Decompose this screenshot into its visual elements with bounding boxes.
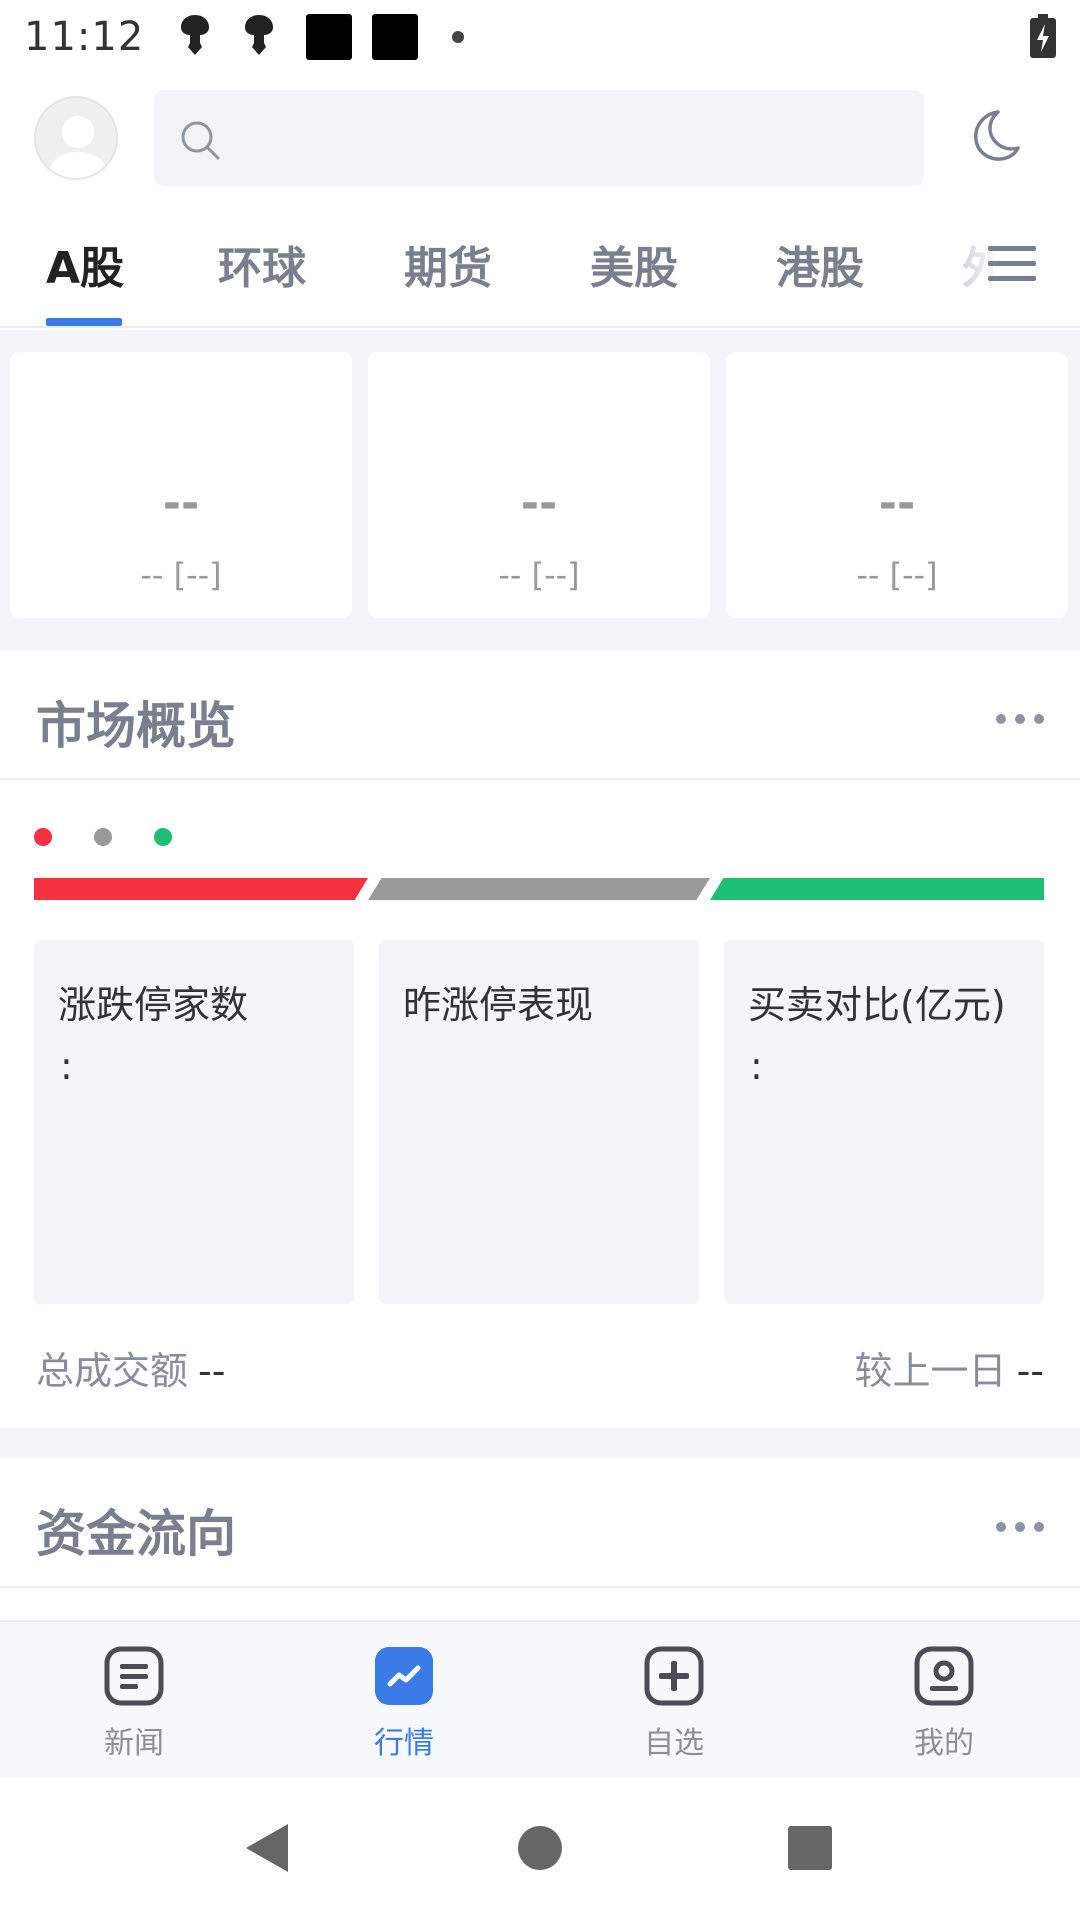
tabs-menu-icon[interactable] <box>988 242 1036 290</box>
flat-ratio-bar <box>368 878 710 900</box>
recents-icon[interactable] <box>786 1822 834 1878</box>
tab-a-shares[interactable]: A股 <box>46 232 124 296</box>
flat-legend-dot <box>94 828 112 846</box>
fund-flow-header: 资金流向 <box>0 1458 1080 1588</box>
stat-value: : <box>60 1044 73 1088</box>
nav-profile[interactable]: 我的 <box>874 1646 1014 1762</box>
more-icon[interactable] <box>996 1522 1044 1532</box>
index-card[interactable]: -- -- [--] <box>726 352 1068 618</box>
news-icon <box>104 1646 164 1706</box>
index-value: -- <box>878 478 916 529</box>
market-overview-body: 涨跌停家数 : 昨涨停表现 买卖对比(亿元) : 总成交额 -- 较上一日 -- <box>0 782 1080 1428</box>
section-divider <box>0 1428 1080 1458</box>
stat-value: : <box>750 1044 763 1088</box>
status-bar: 11:12 <box>0 0 1080 74</box>
profile-icon <box>914 1646 974 1706</box>
bottom-navigation: 新闻 行情 自选 我的 <box>0 1620 1080 1778</box>
nav-label: 我的 <box>914 1726 974 1761</box>
stat-title: 涨跌停家数 <box>58 983 249 1027</box>
index-value: -- <box>162 478 200 529</box>
tab-us-stocks[interactable]: 美股 <box>590 232 678 296</box>
index-change: -- [--] <box>856 556 938 594</box>
vs-previous-day-label: 较上一日 <box>854 1349 1007 1393</box>
market-overview-title: 市场概览 <box>36 697 236 755</box>
vs-previous-day-value: -- <box>1016 1349 1044 1393</box>
system-navigation-bar <box>0 1778 1080 1920</box>
avatar[interactable] <box>34 96 118 180</box>
fund-flow-title: 资金流向 <box>36 1505 236 1563</box>
total-turnover: 总成交额 -- <box>36 1340 225 1395</box>
index-change: -- [--] <box>498 556 580 594</box>
avatar-placeholder-icon <box>48 116 108 178</box>
nav-label: 新闻 <box>104 1726 164 1761</box>
fall-legend-dot <box>154 828 172 846</box>
dark-mode-moon-icon[interactable] <box>968 108 1024 168</box>
vs-previous-day: 较上一日 -- <box>855 1340 1044 1395</box>
nav-label: 自选 <box>644 1726 704 1761</box>
more-notifications-dot <box>452 31 465 43</box>
search-input[interactable] <box>154 90 924 186</box>
index-change: -- [--] <box>140 556 222 594</box>
tab-futures[interactable]: 期货 <box>404 232 492 296</box>
stat-title: 买卖对比(亿元) <box>748 983 1006 1027</box>
active-tab-indicator <box>46 318 122 326</box>
app-header <box>0 74 1080 204</box>
market-overview-header: 市场概览 <box>0 650 1080 780</box>
notification-icon <box>242 13 276 61</box>
market-tabs: A股 环球 期货 美股 港股 外 <box>0 204 1080 328</box>
back-icon[interactable] <box>242 1822 290 1878</box>
stat-title: 昨涨停表现 <box>403 983 594 1027</box>
rise-ratio-bar <box>34 878 368 900</box>
status-time: 11:12 <box>24 14 145 60</box>
index-cards-area: -- -- [--] -- -- [--] -- -- [--] <box>0 330 1080 650</box>
market-chart-icon <box>375 1647 433 1705</box>
index-card[interactable]: -- -- [--] <box>368 352 710 618</box>
yesterday-limit-up-box[interactable]: 昨涨停表现 <box>379 940 699 1304</box>
tab-global[interactable]: 环球 <box>218 232 306 296</box>
add-watchlist-icon <box>644 1646 704 1706</box>
limit-up-down-count-box[interactable]: 涨跌停家数 : <box>34 940 354 1304</box>
more-icon[interactable] <box>996 714 1044 724</box>
nav-news[interactable]: 新闻 <box>64 1646 204 1762</box>
index-value: -- <box>520 478 558 529</box>
nav-watchlist[interactable]: 自选 <box>604 1646 744 1762</box>
nav-market[interactable]: 行情 <box>334 1646 474 1762</box>
notification-icon <box>178 13 212 61</box>
buy-sell-compare-box[interactable]: 买卖对比(亿元) : <box>724 940 1044 1304</box>
index-card[interactable]: -- -- [--] <box>10 352 352 618</box>
search-icon <box>178 118 222 166</box>
notification-square-icon <box>372 14 419 60</box>
tab-hk-stocks[interactable]: 港股 <box>776 232 864 296</box>
battery-charging-icon <box>1030 14 1056 62</box>
fall-ratio-bar <box>710 878 1044 900</box>
home-icon[interactable] <box>516 1822 564 1878</box>
nav-label: 行情 <box>374 1726 434 1761</box>
total-turnover-value: -- <box>198 1349 226 1393</box>
rise-legend-dot <box>34 828 52 846</box>
notification-square-icon <box>306 14 353 60</box>
total-turnover-label: 总成交额 <box>36 1349 189 1393</box>
